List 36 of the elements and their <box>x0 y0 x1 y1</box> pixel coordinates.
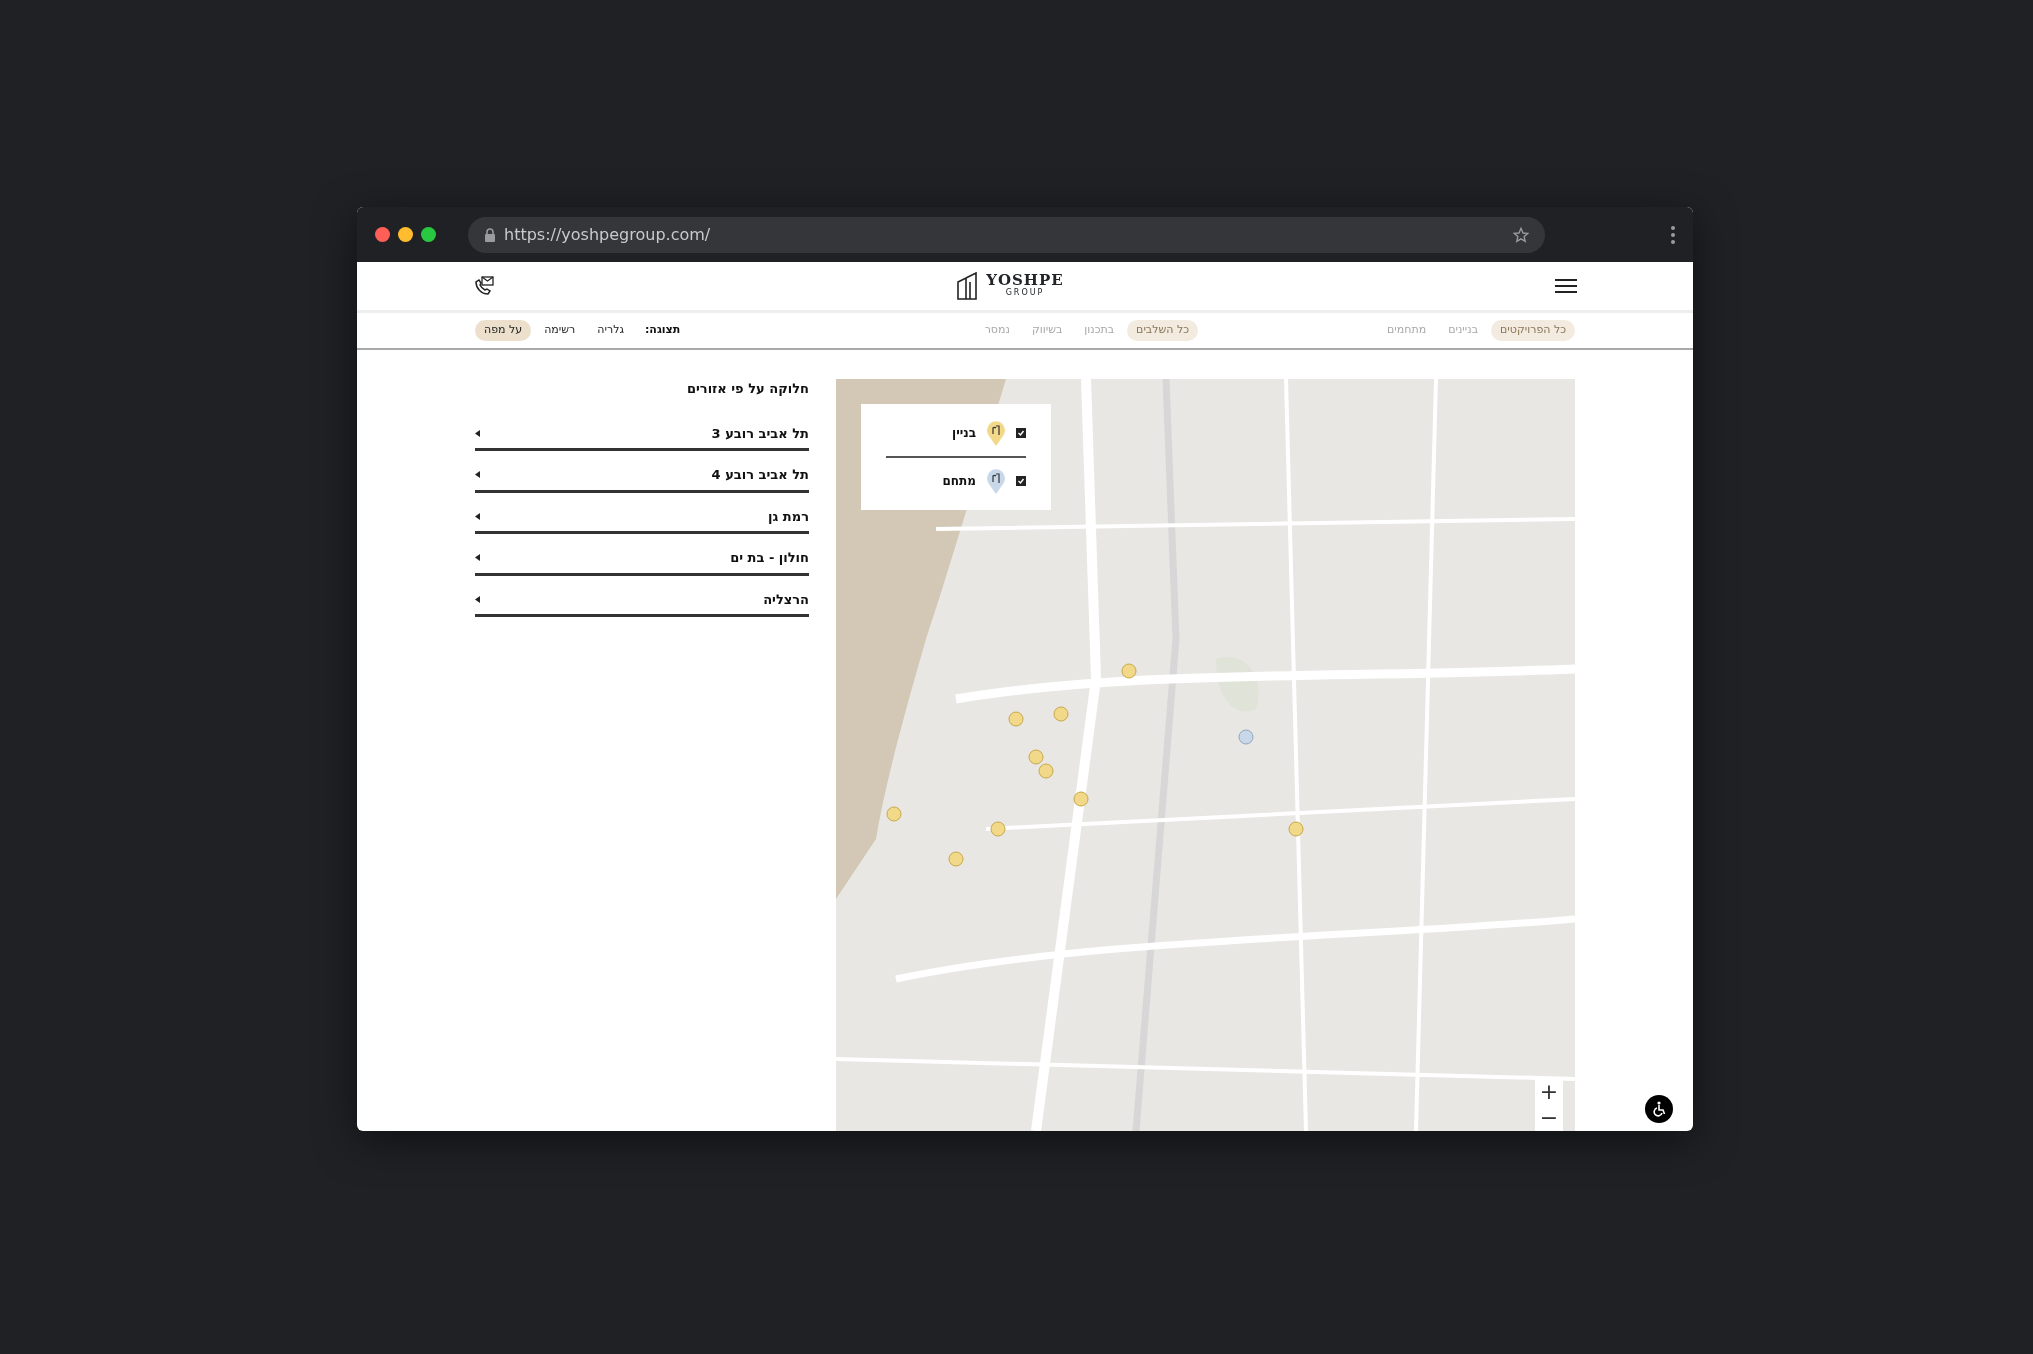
regions-title: חלוקה על פי אזורים <box>685 380 809 398</box>
more-icon[interactable] <box>1671 225 1675 244</box>
logo-icon <box>956 272 979 300</box>
checkbox[interactable] <box>1016 476 1026 486</box>
filter-tab[interactable]: גלריה <box>588 320 633 341</box>
url-text: https://yoshpegroup.com/ <box>504 223 711 246</box>
close-button[interactable] <box>375 227 390 242</box>
legend-label: מתחם <box>942 473 976 490</box>
checkbox[interactable] <box>1016 428 1026 438</box>
caret-icon <box>475 429 480 437</box>
logo-subtitle: GROUP <box>1005 288 1045 299</box>
region-item[interactable]: תל אביב רובע 3 <box>475 415 809 451</box>
filter-tab[interactable]: כל השלבים <box>1127 320 1199 341</box>
phone-mail-icon[interactable] <box>473 276 495 296</box>
maximize-button[interactable] <box>421 227 436 242</box>
region-item[interactable]: הרצליה <box>475 581 809 617</box>
menu-icon[interactable] <box>1555 279 1577 293</box>
caret-icon <box>475 471 480 479</box>
caret-icon <box>475 554 480 562</box>
filter-tab[interactable]: על מפה <box>475 320 532 341</box>
legend-label: בניין <box>952 425 976 442</box>
region-item[interactable]: תל אביב רובע 4 <box>475 457 809 493</box>
view-label: תצוגה: <box>644 322 681 339</box>
filter-tab[interactable]: כל הפרויקטים <box>1491 320 1575 341</box>
address-bar[interactable]: https://yoshpegroup.com/ <box>468 216 1545 253</box>
logo-title: YOSHPE <box>986 273 1064 289</box>
wheelchair-icon <box>1651 1101 1667 1117</box>
star-icon[interactable] <box>1513 226 1529 243</box>
filter-tab[interactable]: רשימה <box>535 320 585 341</box>
region-item[interactable]: רמת גן <box>475 498 809 534</box>
minimize-button[interactable] <box>398 227 413 242</box>
lock-icon <box>484 227 496 242</box>
caret-icon <box>475 512 480 520</box>
region-item[interactable]: חולון - בת ים <box>475 540 809 576</box>
caret-icon <box>475 595 480 603</box>
accessibility-button[interactable] <box>1645 1095 1673 1123</box>
